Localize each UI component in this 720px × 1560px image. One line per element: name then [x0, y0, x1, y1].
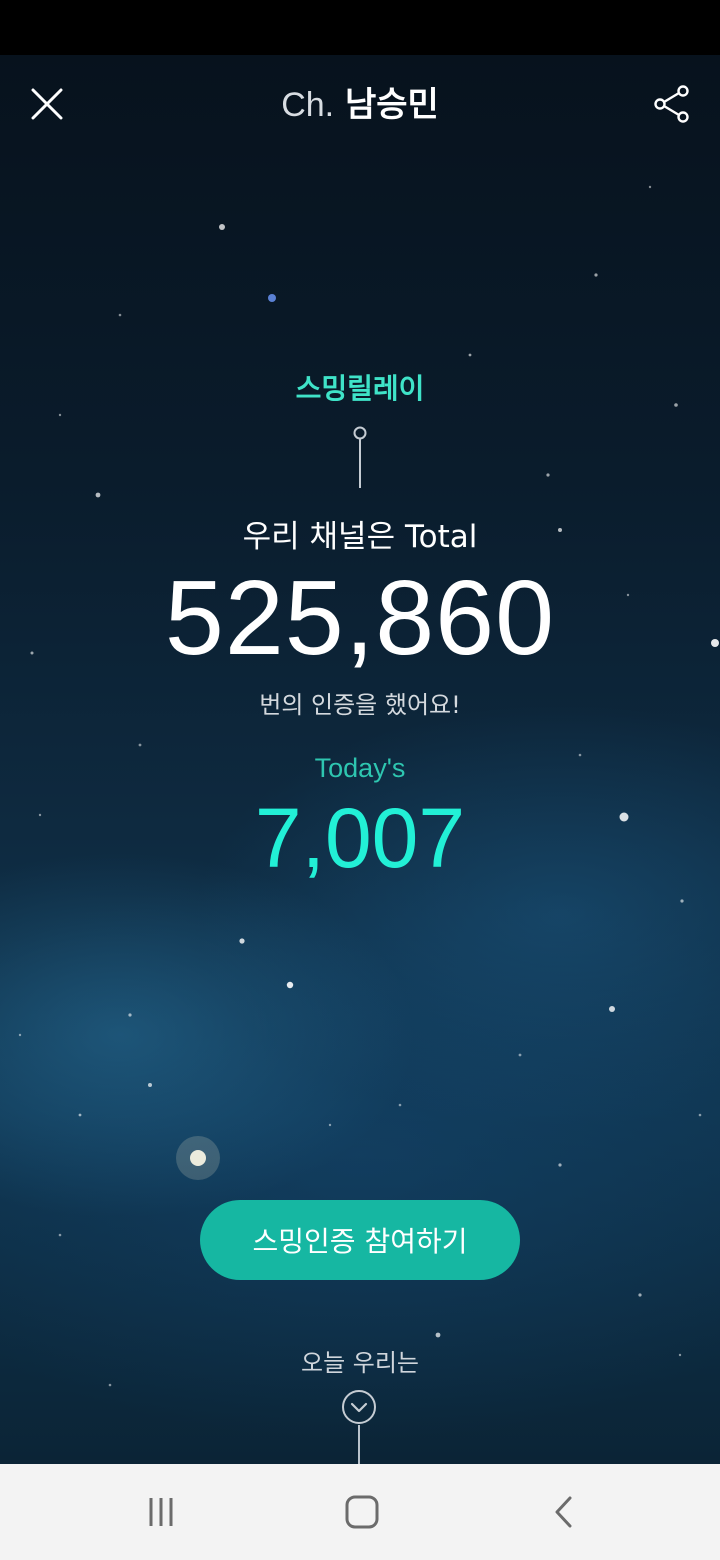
today-label: Today's — [314, 753, 406, 783]
back-icon — [555, 1496, 572, 1528]
home-button[interactable] — [338, 1488, 386, 1536]
join-verification-button[interactable]: 스밍인증 참여하기 — [200, 1200, 520, 1280]
today-count: 7,007 — [254, 791, 466, 885]
chevron-down-icon[interactable] — [341, 1389, 377, 1425]
pin-connector-icon — [353, 426, 367, 488]
system-navigation-bar — [0, 1464, 720, 1560]
status-bar — [0, 0, 720, 55]
back-button[interactable] — [540, 1488, 588, 1536]
top-bar: Ch. 남승민 — [0, 55, 720, 155]
total-count: 525,860 — [164, 559, 556, 677]
total-intro-text: 우리 채널은 Total — [242, 519, 478, 555]
relay-screen: Ch. 남승민 스밍릴레이 우리 채널은 Total 525,860 번의 인증… — [0, 55, 720, 1464]
relay-label: 스밍릴레이 — [295, 372, 425, 405]
channel-prefix: Ch. — [281, 86, 335, 124]
home-icon — [345, 1495, 379, 1529]
total-suffix-text: 번의 인증을 했어요! — [259, 691, 461, 719]
scroll-connector-line — [358, 1425, 360, 1464]
today-we-label: 오늘 우리는 — [300, 1349, 420, 1377]
share-icon — [654, 85, 689, 123]
share-button[interactable] — [648, 79, 698, 129]
channel-name: 남승민 — [344, 85, 439, 125]
recents-icon — [149, 1498, 173, 1526]
recents-button[interactable] — [137, 1488, 185, 1536]
channel-title: Ch. 남승민 — [0, 85, 720, 125]
